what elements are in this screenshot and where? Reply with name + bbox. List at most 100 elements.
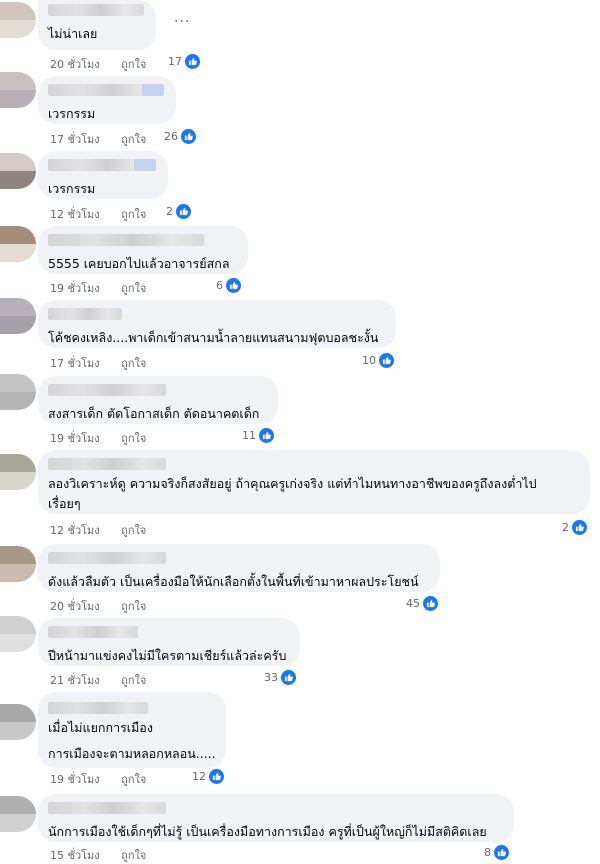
like-action-button[interactable]: ถูกใจ xyxy=(121,849,146,862)
avatar[interactable] xyxy=(0,796,36,832)
comment-bubble: โค้ชคงเหลิง....พาเด็กเข้าสนามน้ำลายแทนสน… xyxy=(38,300,396,348)
comment-bubble: เวรกรรม xyxy=(38,76,176,124)
avatar[interactable] xyxy=(0,2,36,38)
thumbs-up-icon xyxy=(208,768,225,785)
comment-timestamp[interactable]: 19 ชั่วโมง xyxy=(50,773,100,786)
comment-timestamp[interactable]: 15 ชั่วโมง xyxy=(50,849,100,862)
reaction-count[interactable]: 2 xyxy=(562,519,588,536)
reaction-number: 2 xyxy=(166,205,173,218)
comment-text: ดังแล้วลืมตัว เป็นเครื่องมือให้นักเลือกต… xyxy=(48,574,419,589)
comment-meta: 20 ชั่วโมง ถูกใจ xyxy=(50,55,164,73)
comment-text-line: การเมืองจะตามหลอกหลอน..... xyxy=(48,746,216,761)
reaction-number: 12 xyxy=(192,770,206,783)
reaction-count[interactable]: 11 xyxy=(242,427,275,444)
comment-text: โค้ชคงเหลิง....พาเด็กเข้าสนามน้ำลายแทนสน… xyxy=(48,330,379,345)
comment-bubble: ปีหน้ามาแข่งคงไม่มีใครตามเชียร์แล้วล่ะคร… xyxy=(38,618,300,666)
comment-bubble: 5555 เคยบอกไปแล้วอาจารย์สกล xyxy=(38,226,248,274)
author-name-redacted[interactable] xyxy=(48,159,156,171)
reaction-count[interactable]: 12 xyxy=(192,768,225,785)
thumbs-up-icon xyxy=(175,203,192,220)
thumbs-up-icon xyxy=(280,669,297,686)
like-action-button[interactable]: ถูกใจ xyxy=(121,208,146,221)
author-name-redacted[interactable] xyxy=(48,234,204,246)
author-name-redacted[interactable] xyxy=(48,552,166,564)
author-name-redacted[interactable] xyxy=(48,384,166,396)
comment-text-line: เมื่อไม่แยกการเมือง xyxy=(48,720,153,735)
comment-text-line: เรื่อยๆ xyxy=(48,496,81,511)
author-name-redacted[interactable] xyxy=(48,458,166,470)
comment-text: ไม่น่าเลย xyxy=(48,26,98,41)
author-name-redacted[interactable] xyxy=(48,308,122,320)
avatar[interactable] xyxy=(0,153,36,189)
like-action-button[interactable]: ถูกใจ xyxy=(121,524,146,537)
comment-meta: 19 ชั่วโมง ถูกใจ xyxy=(50,279,164,297)
thumbs-up-icon xyxy=(180,128,197,145)
comment-timestamp[interactable]: 20 ชั่วโมง xyxy=(50,58,100,71)
thumbs-up-icon xyxy=(422,595,439,612)
comment-bubble: ไม่น่าเลย xyxy=(38,0,156,50)
comment-meta: 12 ชั่วโมง ถูกใจ xyxy=(50,521,164,539)
author-name-redacted[interactable] xyxy=(48,4,144,16)
comment-meta: 19 ชั่วโมง ถูกใจ xyxy=(50,770,164,788)
reaction-number: 2 xyxy=(562,521,569,534)
author-name-redacted[interactable] xyxy=(48,626,138,638)
comment-timestamp[interactable]: 19 ชั่วโมง xyxy=(50,282,100,295)
thumbs-up-icon xyxy=(225,277,242,294)
avatar[interactable] xyxy=(0,616,36,652)
avatar[interactable] xyxy=(0,454,36,490)
reaction-count[interactable]: 6 xyxy=(216,277,242,294)
like-action-button[interactable]: ถูกใจ xyxy=(121,58,146,71)
comment-text-line: ลองวิเคราะห์ดู ความจริงก็สงสัยอยู่ ถ้าคุ… xyxy=(48,476,537,491)
reaction-count[interactable]: 33 xyxy=(264,669,297,686)
comment-text: สงสารเด็ก ตัดโอกาสเด็ก ตัดอนาคตเด็ก xyxy=(48,406,260,421)
avatar[interactable] xyxy=(0,374,36,410)
reaction-count[interactable]: 8 xyxy=(484,844,510,861)
avatar[interactable] xyxy=(0,298,36,334)
comment-timestamp[interactable]: 12 ชั่วโมง xyxy=(50,524,100,537)
comment-timestamp[interactable]: 17 ชั่วโมง xyxy=(50,133,100,146)
author-name-redacted[interactable] xyxy=(48,84,164,96)
comment-meta: 19 ชั่วโมง ถูกใจ xyxy=(50,429,164,447)
comment-timestamp[interactable]: 17 ชั่วโมง xyxy=(50,357,100,370)
more-options-icon[interactable]: ... xyxy=(174,10,190,26)
reaction-count[interactable]: 17 xyxy=(168,53,201,70)
comment-bubble: ลองวิเคราะห์ดู ความจริงก็สงสัยอยู่ ถ้าคุ… xyxy=(38,450,590,514)
reaction-count[interactable]: 45 xyxy=(406,595,439,612)
comment-timestamp[interactable]: 19 ชั่วโมง xyxy=(50,432,100,445)
thumbs-up-icon xyxy=(378,352,395,369)
comment-timestamp[interactable]: 21 ชั่วโมง xyxy=(50,674,100,687)
author-name-redacted[interactable] xyxy=(48,802,166,814)
reaction-number: 8 xyxy=(484,846,491,859)
comment-text: เวรกรรม xyxy=(48,181,96,196)
comment-text: นักการเมืองใช้เด็กๆที่ไม่รู้ เป็นเครื่อง… xyxy=(48,824,487,839)
comment-text: เวรกรรม xyxy=(48,106,96,121)
reaction-count[interactable]: 10 xyxy=(362,352,395,369)
avatar[interactable] xyxy=(0,704,36,740)
like-action-button[interactable]: ถูกใจ xyxy=(121,357,146,370)
reaction-number: 11 xyxy=(242,429,256,442)
reaction-number: 17 xyxy=(168,55,182,68)
avatar[interactable] xyxy=(0,546,36,582)
avatar[interactable] xyxy=(0,226,36,262)
comment-meta: 20 ชั่วโมง ถูกใจ xyxy=(50,597,164,615)
reaction-count[interactable]: 26 xyxy=(164,128,197,145)
comment-timestamp[interactable]: 20 ชั่วโมง xyxy=(50,600,100,613)
like-action-button[interactable]: ถูกใจ xyxy=(121,282,146,295)
avatar[interactable] xyxy=(0,72,36,108)
reaction-count[interactable]: 2 xyxy=(166,203,192,220)
reaction-number: 6 xyxy=(216,279,223,292)
comment-timestamp[interactable]: 12 ชั่วโมง xyxy=(50,208,100,221)
thumbs-up-icon xyxy=(258,427,275,444)
comment-bubble: เมื่อไม่แยกการเมือง การเมืองจะตามหลอกหลอ… xyxy=(38,692,226,768)
like-action-button[interactable]: ถูกใจ xyxy=(121,773,146,786)
comment-meta: 17 ชั่วโมง ถูกใจ xyxy=(50,354,164,372)
author-name-redacted[interactable] xyxy=(48,702,148,714)
comment-meta: 12 ชั่วโมง ถูกใจ xyxy=(50,205,164,223)
like-action-button[interactable]: ถูกใจ xyxy=(121,133,146,146)
like-action-button[interactable]: ถูกใจ xyxy=(121,674,146,687)
comment-text: ปีหน้ามาแข่งคงไม่มีใครตามเชียร์แล้วล่ะคร… xyxy=(48,648,287,663)
like-action-button[interactable]: ถูกใจ xyxy=(121,432,146,445)
like-action-button[interactable]: ถูกใจ xyxy=(121,600,146,613)
comment-meta: 15 ชั่วโมง ถูกใจ xyxy=(50,846,164,864)
thumbs-up-icon xyxy=(184,53,201,70)
